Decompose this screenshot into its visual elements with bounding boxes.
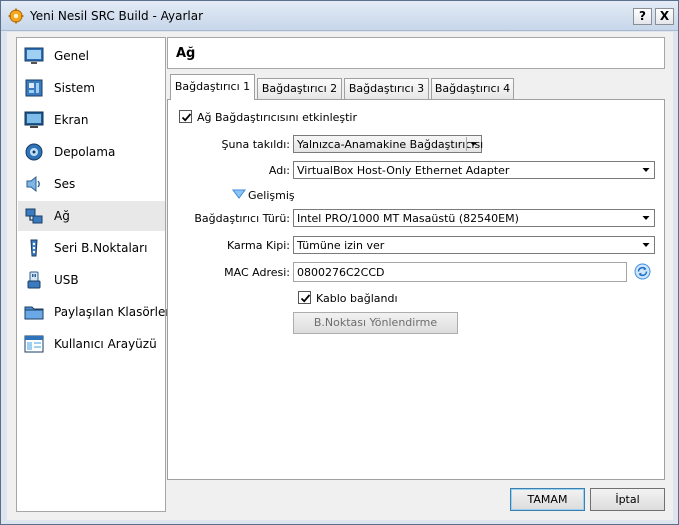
sidebar-item-ag[interactable]: Ağ xyxy=(18,201,165,231)
settings-window: Yeni Nesil SRC Build - Ayarlar ? X Genel xyxy=(0,0,679,525)
sidebar-item-genel[interactable]: Genel xyxy=(18,41,165,71)
sidebar-item-ekran[interactable]: Ekran xyxy=(18,105,165,135)
mac-address-label: MAC Adresi: xyxy=(224,266,290,279)
sidebar-item-label: Kullanıcı Arayüzü xyxy=(54,337,157,351)
speaker-icon xyxy=(26,175,40,193)
tab-bagdastirici-1[interactable]: Bağdaştırıcı 1 xyxy=(170,74,255,100)
chevron-down-icon xyxy=(466,137,477,151)
cable-connected-label: Kablo bağlandı xyxy=(316,292,398,305)
sidebar-item-sistem[interactable]: Sistem xyxy=(18,73,165,103)
storage-icon xyxy=(25,143,43,161)
adapter-tab-panel: Ağ Bağdaştırıcısını etkinleştir Şuna tak… xyxy=(167,99,665,480)
sidebar-item-ses[interactable]: Ses xyxy=(18,169,165,199)
window-title: Yeni Nesil SRC Build - Ayarlar xyxy=(30,9,204,23)
sidebar-item-seri-bnoktalari[interactable]: Seri B.Noktaları xyxy=(18,233,165,263)
name-value: VirtualBox Host-Only Ethernet Adapter xyxy=(297,164,510,177)
attached-to-select[interactable]: Yalnızca-Anamakine Bağdaştırıcısı xyxy=(293,135,484,153)
help-button[interactable]: ? xyxy=(633,8,652,25)
adapter-type-select[interactable]: Intel PRO/1000 MT Masaüstü (82540EM) xyxy=(293,209,655,227)
title-bar[interactable]: Yeni Nesil SRC Build - Ayarlar ? X xyxy=(1,1,678,31)
settings-sidebar: Genel Sistem Ekran Depolama Ses Ağ Seri … xyxy=(16,37,170,512)
tab-bagdastirici-2[interactable]: Bağdaştırıcı 2 xyxy=(257,78,342,99)
ok-button[interactable]: TAMAM xyxy=(510,488,585,511)
chevron-down-icon xyxy=(642,243,650,247)
sidebar-item-label: Ekran xyxy=(54,113,89,127)
cable-connected-checkbox[interactable] xyxy=(298,291,311,304)
sidebar-item-label: Sistem xyxy=(54,81,95,95)
adapter-type-label: Bağdaştırıcı Türü: xyxy=(194,212,290,225)
sidebar-item-label: Ses xyxy=(54,177,76,191)
name-label: Adı: xyxy=(268,164,290,177)
sidebar-item-label: Depolama xyxy=(54,145,116,159)
promiscuous-mode-select[interactable]: Tümüne izin ver xyxy=(293,236,655,254)
refresh-icon[interactable] xyxy=(634,263,651,280)
port-forwarding-button[interactable]: B.Noktası Yönlendirme xyxy=(293,312,458,334)
mac-address-input[interactable] xyxy=(293,262,627,282)
chevron-down-icon xyxy=(642,168,650,172)
enable-adapter-label: Ağ Bağdaştırıcısını etkinleştir xyxy=(197,111,358,124)
gear-icon xyxy=(8,8,24,24)
promiscuous-mode-label: Karma Kipi: xyxy=(226,239,290,252)
enable-adapter-checkbox[interactable] xyxy=(179,110,192,123)
sidebar-item-usb[interactable]: USB xyxy=(18,265,165,295)
page-title: Ağ xyxy=(176,46,196,61)
sidebar-item-kullanici-arayuzu[interactable]: Kullanıcı Arayüzü xyxy=(18,329,165,359)
tab-bagdastirici-3[interactable]: Bağdaştırıcı 3 xyxy=(344,78,429,99)
monitor-icon xyxy=(24,47,44,64)
close-button[interactable]: X xyxy=(655,8,674,25)
serial-port-icon xyxy=(30,239,38,257)
attached-to-label: Şuna takıldı: xyxy=(221,138,290,151)
chevron-down-icon xyxy=(642,216,650,220)
sidebar-item-depolama[interactable]: Depolama xyxy=(18,137,165,167)
sidebar-item-label: Ağ xyxy=(54,209,70,223)
usb-icon xyxy=(27,271,41,289)
adapter-type-value: Intel PRO/1000 MT Masaüstü (82540EM) xyxy=(297,212,519,225)
sidebar-item-label: USB xyxy=(54,273,79,287)
sidebar-item-paylasilan-klasorler[interactable]: Paylaşılan Klasörler xyxy=(18,297,170,327)
mac-address-field[interactable] xyxy=(294,263,626,281)
network-icon xyxy=(25,208,43,224)
dialog-client-area: Genel Sistem Ekran Depolama Ses Ağ Seri … xyxy=(7,32,673,520)
cancel-button[interactable]: İptal xyxy=(590,488,665,511)
sidebar-item-label: Seri B.Noktaları xyxy=(54,241,148,255)
sidebar-item-label: Paylaşılan Klasörler xyxy=(54,305,171,319)
sidebar-item-label: Genel xyxy=(54,49,90,63)
folder-icon xyxy=(24,306,44,320)
promiscuous-mode-value: Tümüne izin ver xyxy=(297,239,385,252)
attached-to-value: Yalnızca-Anamakine Bağdaştırıcısı xyxy=(297,138,484,151)
checkmark-icon xyxy=(300,294,311,303)
page-header: Ağ xyxy=(167,37,665,69)
ui-window-icon xyxy=(24,335,44,353)
advanced-expand-icon[interactable] xyxy=(232,188,246,200)
display-icon xyxy=(24,111,44,128)
name-select[interactable]: VirtualBox Host-Only Ethernet Adapter xyxy=(293,161,655,179)
checkmark-icon xyxy=(181,113,192,122)
tab-bagdastirici-4[interactable]: Bağdaştırıcı 4 xyxy=(431,78,514,99)
motherboard-icon xyxy=(25,79,43,97)
advanced-label[interactable]: Gelişmiş xyxy=(248,189,295,202)
